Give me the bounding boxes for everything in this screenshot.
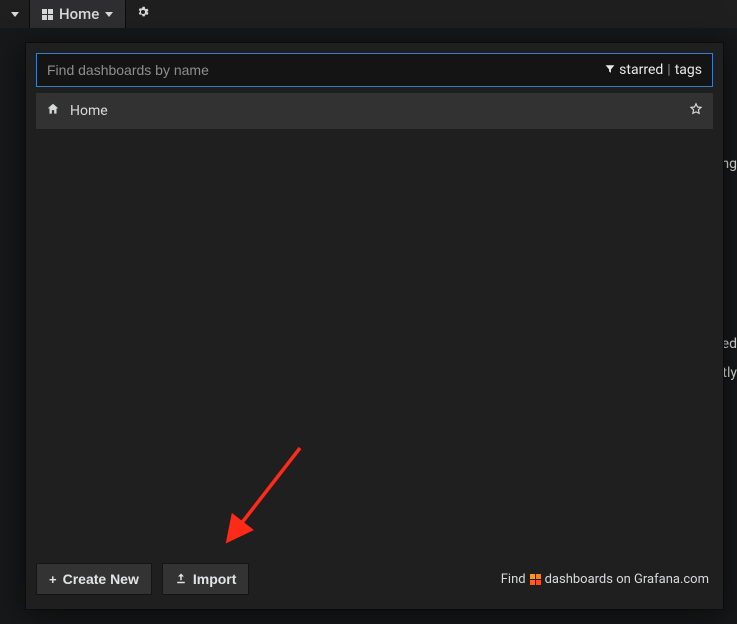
dashboard-list: Home	[36, 93, 713, 129]
dashboard-row[interactable]: Home	[36, 93, 713, 129]
search-bar: starred | tags	[36, 53, 713, 87]
filter-starred-link[interactable]: starred	[619, 62, 663, 78]
upload-icon	[175, 571, 187, 587]
gear-icon	[136, 5, 150, 23]
search-filters: starred | tags	[605, 62, 712, 78]
grafana-logo-icon	[530, 574, 541, 585]
dashboard-name: Home	[70, 103, 108, 119]
import-label: Import	[193, 571, 237, 587]
import-button[interactable]: Import	[162, 563, 250, 595]
footer-find-suffix: dashboards on Grafana.com	[545, 572, 709, 587]
home-icon	[46, 102, 60, 120]
search-input[interactable]	[37, 54, 605, 86]
filter-separator: |	[667, 62, 670, 78]
settings-button[interactable]	[126, 0, 160, 28]
nav-dropdown-toggle[interactable]	[0, 0, 30, 28]
create-new-label: Create New	[63, 571, 139, 587]
create-new-button[interactable]: + Create New	[36, 563, 152, 595]
chevron-down-icon	[105, 12, 113, 17]
star-icon[interactable]	[689, 102, 703, 120]
footer-find-prefix: Find	[501, 572, 526, 587]
grafana-com-link[interactable]: Find dashboards on Grafana.com	[501, 572, 709, 587]
dashboard-picker-label: Home	[59, 5, 99, 23]
panel-footer: + Create New Import Find dashboards on G…	[26, 553, 723, 609]
dashboard-picker-button[interactable]: Home	[30, 0, 126, 28]
filter-tags-link[interactable]: tags	[675, 62, 702, 78]
filter-icon	[605, 62, 615, 78]
dashboard-search-panel: starred | tags Home + Create New Import	[25, 42, 724, 610]
dashboard-icon	[42, 9, 53, 20]
topbar: Home	[0, 0, 737, 28]
chevron-down-icon	[11, 12, 19, 17]
plus-icon: +	[49, 572, 57, 587]
